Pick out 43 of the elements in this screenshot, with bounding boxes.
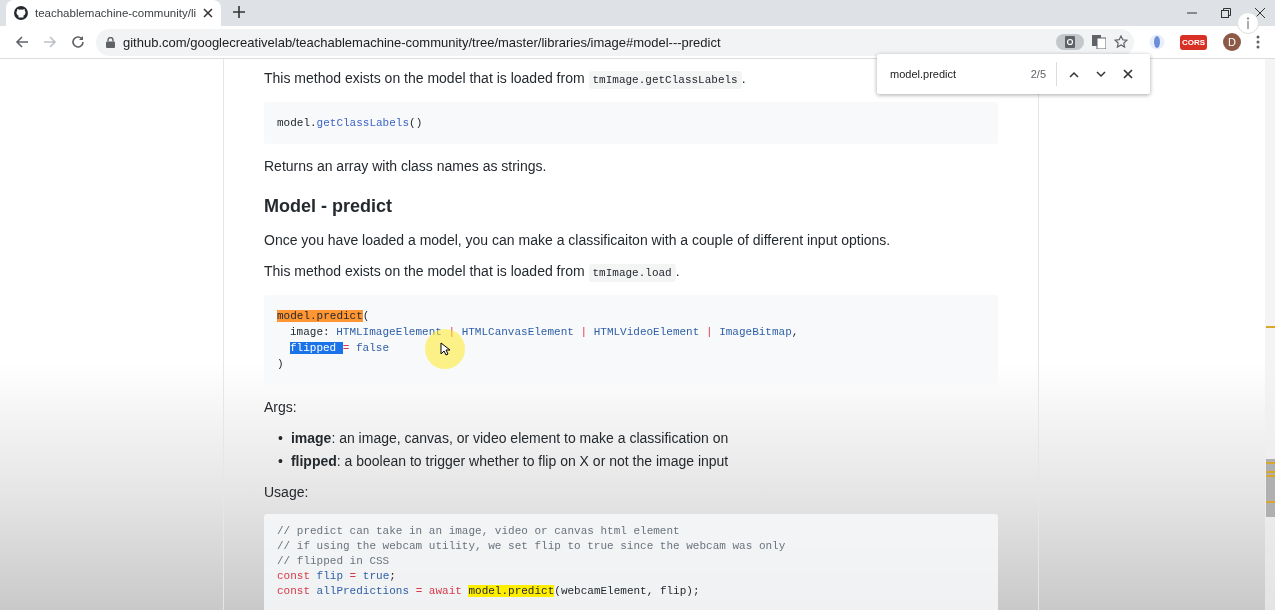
- restore-icon[interactable]: [1221, 8, 1231, 18]
- bullet-marker: •: [278, 429, 283, 448]
- paragraph: Returns an array with class names as strings.: [264, 157, 548, 176]
- browser-tab[interactable]: teachablemachine-community/li: [6, 0, 221, 26]
- menu-icon[interactable]: [1256, 35, 1260, 49]
- lock-icon: [106, 36, 115, 48]
- code-line: model.predict(: [277, 309, 371, 324]
- close-icon[interactable]: [203, 8, 213, 18]
- paragraph: Args:: [264, 398, 298, 417]
- star-icon[interactable]: [1113, 35, 1128, 49]
- inline-code: tmImage.load: [588, 264, 676, 282]
- cursor-icon: [440, 342, 450, 356]
- scrollbar[interactable]: [1265, 59, 1275, 610]
- code-line: // flipped in CSS: [277, 554, 391, 569]
- code-line: // predict can take in an image, video or canvas html element: [277, 524, 681, 539]
- code-line: // if using the webcam utility, we set flip to true since the webcam was only: [277, 539, 787, 554]
- list-item: flipped: a boolean to trigger whether to flip on X or not the image input: [290, 452, 729, 471]
- chevron-up-icon[interactable]: [1069, 70, 1079, 78]
- new-tab-icon[interactable]: [233, 6, 245, 18]
- profile-avatar[interactable]: D: [1223, 33, 1241, 51]
- inline-code: tmImage.getClassLabels: [588, 71, 742, 89]
- match-count: 2/5: [1030, 68, 1047, 80]
- code-line: image: HTMLImageElement | HTMLCanvasElement | HTMLVideoElement | ImageBitmap,: [289, 325, 800, 340]
- paragraph: Usage:: [264, 483, 310, 502]
- bullet-marker: •: [278, 452, 283, 471]
- github-icon: [14, 6, 28, 20]
- code-line: ): [277, 357, 285, 372]
- close-icon[interactable]: [1255, 8, 1265, 18]
- find-field[interactable]: model.predict: [877, 68, 1031, 80]
- paragraph: Once you have loaded a model, you can make a classificaiton with a couple of different input options.: [264, 231, 892, 250]
- back-icon[interactable]: [15, 35, 29, 49]
- reload-icon[interactable]: [71, 35, 85, 49]
- extension-icon[interactable]: CORS: [1179, 34, 1207, 50]
- code-line: model.getClassLabels(): [277, 116, 424, 131]
- paragraph: This method exists on the model that is loaded from tmImage.load .: [264, 261, 998, 283]
- code-line: const allPredictions = await model.predict(webcamElement, flip);: [277, 584, 701, 599]
- close-icon[interactable]: [1123, 69, 1133, 79]
- section-heading: Model - predict: [264, 195, 393, 218]
- list-item: image: an image, canvas, or video element to make a classification on: [290, 429, 729, 448]
- extension-icon[interactable]: [1148, 34, 1165, 50]
- code-line: flipped = false: [289, 341, 391, 356]
- chevron-down-icon[interactable]: [1096, 70, 1106, 78]
- code-line: const flip = true;: [277, 569, 397, 584]
